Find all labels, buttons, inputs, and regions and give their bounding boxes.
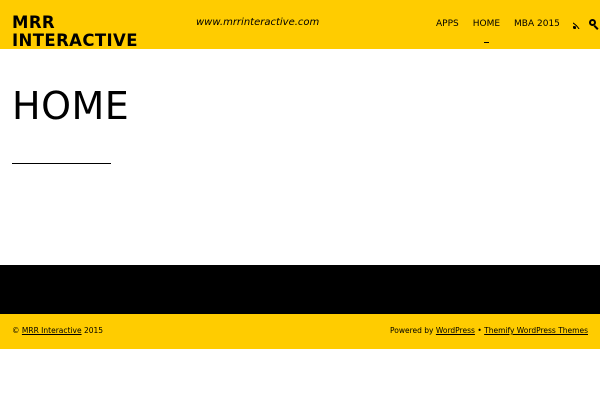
logo-line-1[interactable]: MRR <box>12 14 138 32</box>
footer-widgets-band <box>0 265 600 314</box>
themify-link[interactable]: Themify WordPress Themes <box>484 326 588 335</box>
title-divider <box>12 163 111 164</box>
rss-icon[interactable] <box>572 19 583 29</box>
nav-item-mba-2015[interactable]: MBA 2015 <box>514 18 560 30</box>
footer-site-link[interactable]: MRR Interactive <box>22 326 82 335</box>
nav-item-apps[interactable]: APPS <box>436 18 459 30</box>
page: MRR INTERACTIVE www.mrrinteractive.com A… <box>0 0 600 400</box>
main-nav: APPS HOME MBA 2015 <box>436 17 600 43</box>
search-icon[interactable] <box>588 19 599 30</box>
credits-separator: • <box>477 326 482 335</box>
site-footer: © MRR Interactive 2015 Powered by WordPr… <box>0 314 600 349</box>
logo-line-2[interactable]: INTERACTIVE <box>12 32 138 50</box>
footer-credits: Powered by WordPress • Themify WordPress… <box>390 326 588 336</box>
wordpress-link[interactable]: WordPress <box>436 326 475 335</box>
page-bottom-space <box>0 349 600 400</box>
site-header: MRR INTERACTIVE www.mrrinteractive.com A… <box>0 0 600 50</box>
copyright-symbol: © <box>12 326 20 335</box>
page-title: HOME <box>12 84 130 128</box>
main-content: HOME <box>0 49 600 265</box>
site-logo[interactable]: MRR INTERACTIVE <box>12 14 138 50</box>
footer-year: 2015 <box>83 326 104 335</box>
site-tagline: www.mrrinteractive.com <box>196 17 320 28</box>
footer-copyright: © MRR Interactive 2015 <box>12 326 103 336</box>
powered-by-text: Powered by <box>390 326 434 335</box>
nav-item-home[interactable]: HOME <box>473 18 500 43</box>
